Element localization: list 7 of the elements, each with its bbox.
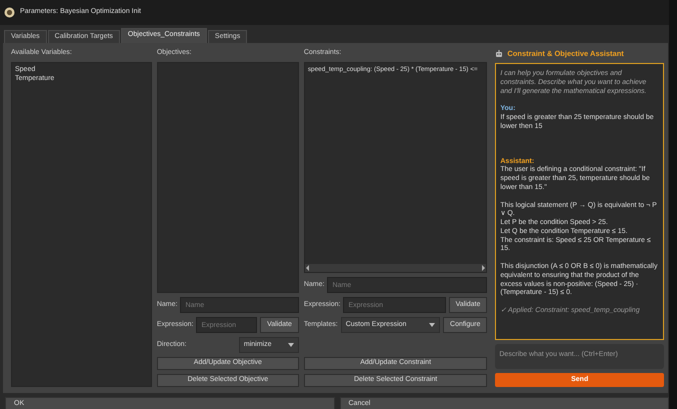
scroll-left-icon[interactable] bbox=[304, 265, 311, 271]
scroll-right-icon[interactable] bbox=[480, 265, 486, 271]
caret-icon bbox=[288, 343, 294, 347]
app-icon bbox=[4, 7, 15, 18]
scrollbar[interactable] bbox=[304, 264, 486, 272]
robot-icon bbox=[495, 50, 504, 58]
caret-icon bbox=[429, 323, 436, 327]
